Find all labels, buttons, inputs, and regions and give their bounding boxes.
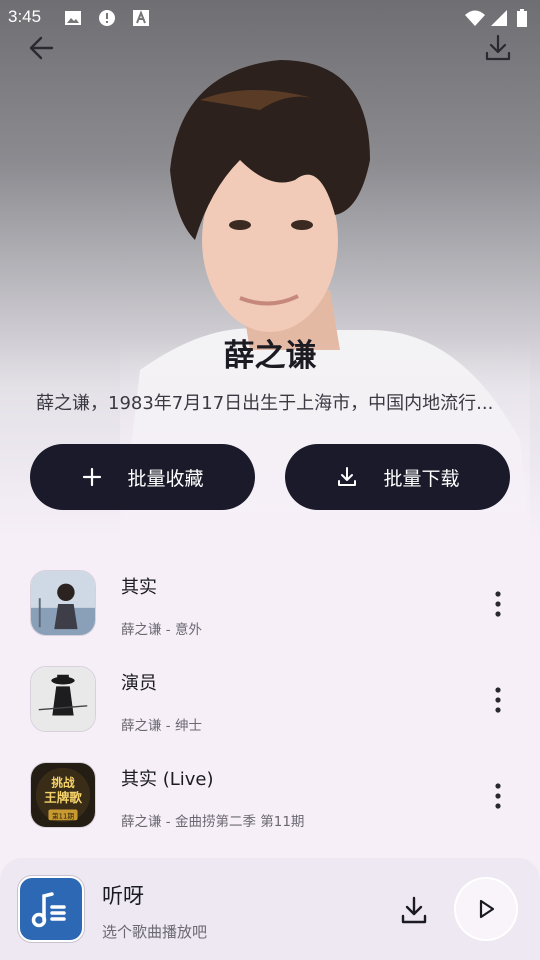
- plus-icon: [83, 467, 102, 487]
- battery-icon: [517, 9, 527, 27]
- signal-icon: [491, 10, 507, 26]
- song-title: 其实: [121, 577, 157, 598]
- download-icon: [338, 467, 357, 486]
- status-time: 3:45: [8, 7, 42, 26]
- wifi-icon: [465, 10, 485, 26]
- cover-badge: 第11期: [52, 811, 74, 820]
- more-vert-icon[interactable]: [484, 682, 512, 718]
- song-subtitle: 薛之谦 - 金曲捞第二季 第11期: [121, 814, 305, 830]
- song-cover: [30, 666, 96, 732]
- song-cover: 挑战 王牌歌 第11期: [30, 762, 96, 828]
- batch-download-label: 批量下载: [383, 467, 460, 490]
- artist-description[interactable]: 薛之谦，1983年7月17日出生于上海市，中国内地流行...: [36, 389, 506, 415]
- song-item[interactable]: 演员 薛之谦 - 绅士: [0, 666, 540, 746]
- more-vert-icon[interactable]: [484, 586, 512, 622]
- song-title: 其实 (Live): [121, 769, 214, 790]
- play-icon: [479, 899, 495, 919]
- player-title: 听呀: [102, 884, 144, 908]
- back-button[interactable]: [24, 30, 60, 66]
- song-subtitle: 薛之谦 - 意外: [121, 622, 202, 638]
- play-button[interactable]: [456, 879, 516, 939]
- text-notification-icon: [133, 10, 149, 26]
- song-title: 演员: [121, 673, 157, 694]
- song-item[interactable]: 挑战 王牌歌 第11期 其实 (Live) 薛之谦 - 金曲捞第二季 第11期: [0, 762, 540, 842]
- player-download-button[interactable]: [396, 892, 432, 928]
- player-subtitle: 选个歌曲播放吧: [102, 923, 208, 941]
- batch-collect-button[interactable]: 批量收藏: [30, 444, 255, 510]
- song-cover: [30, 570, 96, 636]
- download-top-button[interactable]: [480, 30, 516, 66]
- gallery-notification-icon: [65, 11, 81, 25]
- mini-player[interactable]: 听呀 选个歌曲播放吧: [0, 858, 540, 960]
- song-item[interactable]: 其实 薛之谦 - 意外: [0, 570, 540, 650]
- artist-name: 薛之谦: [223, 338, 317, 374]
- batch-collect-label: 批量收藏: [127, 467, 204, 490]
- artist-header: 3:45 薛之谦 薛之谦，1983年7月17日出生于上海市，中国内地流行... …: [0, 0, 540, 540]
- status-bar: 3:45: [0, 0, 540, 36]
- alert-notification-icon: [99, 10, 115, 26]
- more-vert-icon[interactable]: [484, 778, 512, 814]
- batch-download-button[interactable]: 批量下载: [285, 444, 510, 510]
- cover-text-line1: 挑战: [51, 775, 75, 789]
- song-subtitle: 薛之谦 - 绅士: [121, 718, 202, 734]
- music-note-list-icon: [18, 876, 84, 942]
- cover-text-line2: 王牌歌: [44, 790, 82, 805]
